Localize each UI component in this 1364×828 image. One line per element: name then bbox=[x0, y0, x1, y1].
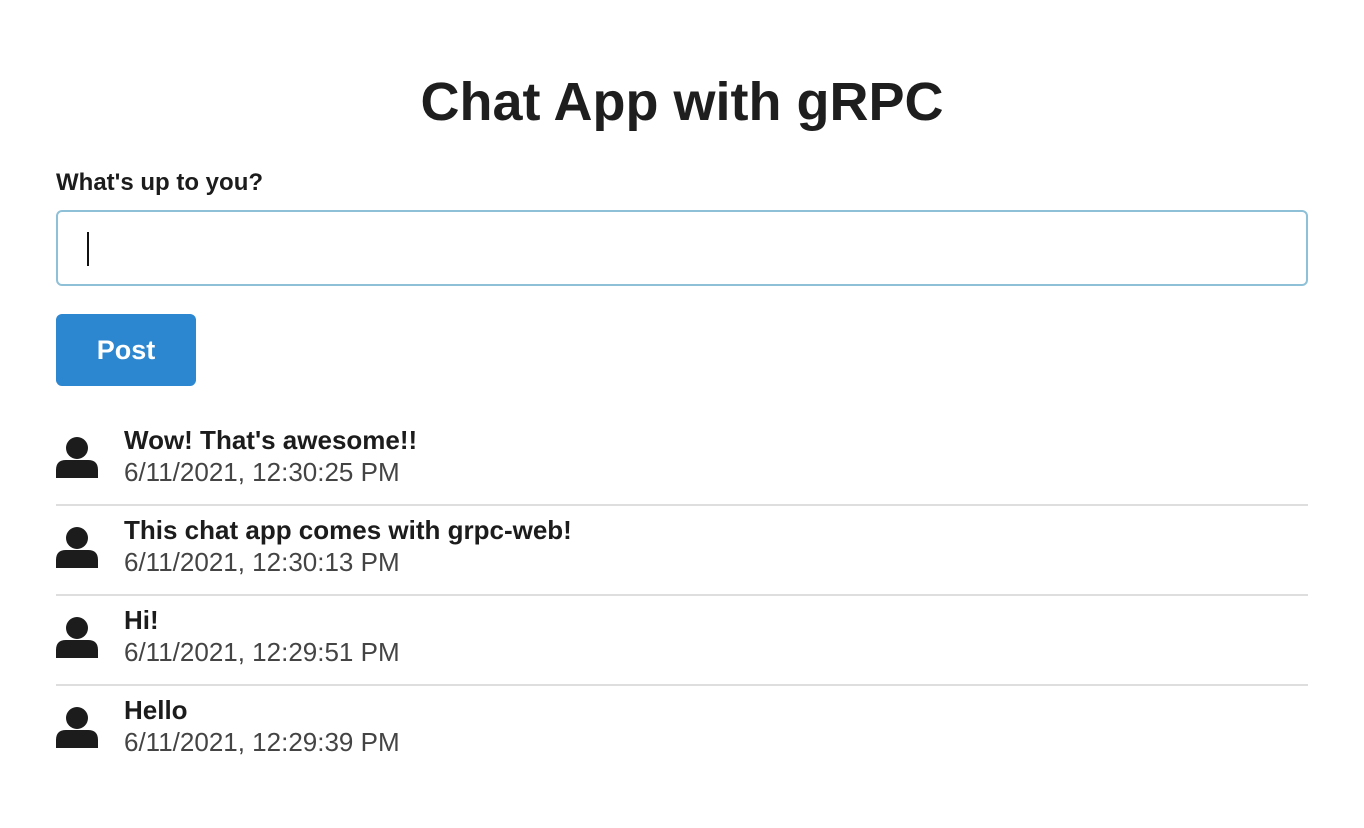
message-item: Hello 6/11/2021, 12:29:39 PM bbox=[56, 686, 1308, 776]
message-item: This chat app comes with grpc-web! 6/11/… bbox=[56, 506, 1308, 596]
message-item: Hi! 6/11/2021, 12:29:51 PM bbox=[56, 596, 1308, 686]
message-input-label: What's up to you? bbox=[56, 169, 264, 196]
message-timestamp: 6/11/2021, 12:29:51 PM bbox=[124, 637, 400, 667]
message-text: Wow! That's awesome!! bbox=[124, 425, 418, 455]
message-input[interactable] bbox=[58, 212, 1306, 284]
message-list: Wow! That's awesome!! 6/11/2021, 12:30:2… bbox=[56, 416, 1308, 776]
message-text: Hi! bbox=[124, 605, 159, 635]
page-title: Chat App with gRPC bbox=[420, 72, 944, 132]
message-item: Wow! That's awesome!! 6/11/2021, 12:30:2… bbox=[56, 416, 1308, 506]
user-icon bbox=[56, 527, 98, 568]
user-icon bbox=[56, 707, 98, 748]
post-button[interactable]: Post bbox=[56, 314, 196, 386]
message-timestamp: 6/11/2021, 12:30:25 PM bbox=[124, 457, 400, 487]
message-input-wrapper[interactable] bbox=[56, 210, 1308, 286]
message-timestamp: 6/11/2021, 12:30:13 PM bbox=[124, 547, 400, 577]
text-caret bbox=[87, 232, 89, 266]
user-icon bbox=[56, 437, 98, 478]
message-timestamp: 6/11/2021, 12:29:39 PM bbox=[124, 727, 400, 757]
message-text: Hello bbox=[124, 695, 188, 725]
user-icon bbox=[56, 617, 98, 658]
message-text: This chat app comes with grpc-web! bbox=[124, 515, 572, 545]
chat-page: Chat App with gRPC What's up to you? Pos… bbox=[0, 0, 1364, 828]
